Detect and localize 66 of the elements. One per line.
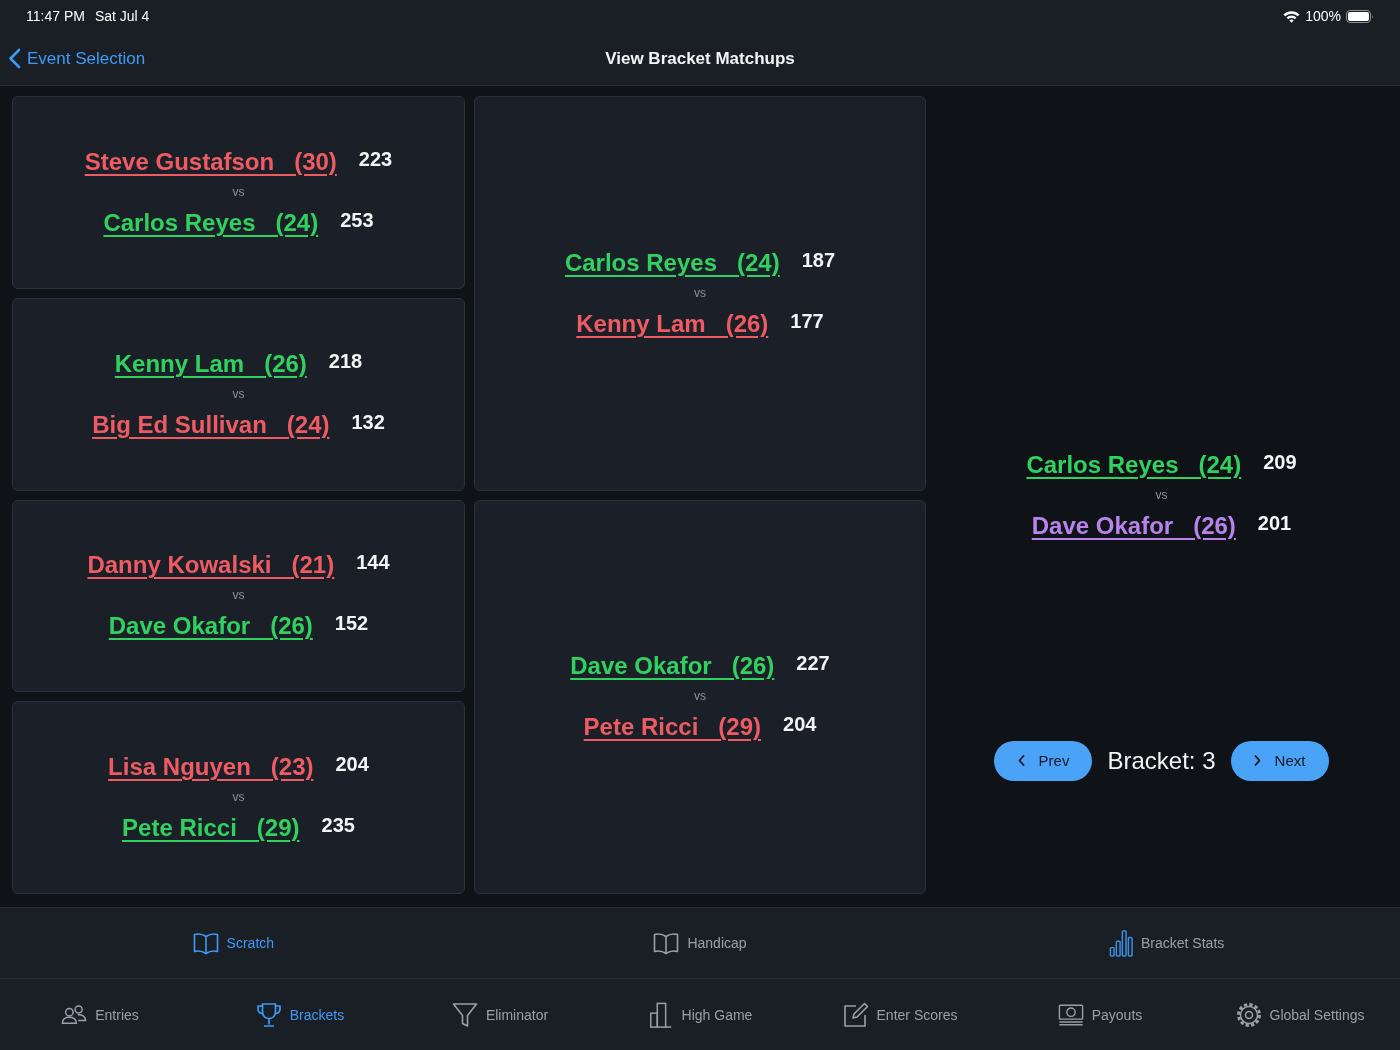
tab-bar-item[interactable]: Entries — [55, 997, 145, 1032]
prev-button[interactable]: Prev — [994, 740, 1093, 781]
tab-bar-item[interactable]: Global Settings — [1229, 997, 1371, 1032]
player-link[interactable]: Kenny Lam (26) — [114, 348, 307, 379]
player-link[interactable]: Dave Okafor (26) — [570, 651, 775, 682]
back-button[interactable]: Event Selection — [8, 48, 146, 69]
bracket-tab[interactable]: Bracket Stats — [1103, 924, 1231, 962]
score-text: 204 — [783, 712, 817, 737]
score-text: 223 — [358, 146, 393, 171]
tab-bar-item[interactable]: Payouts — [1051, 997, 1149, 1032]
score-text: 144 — [356, 550, 390, 575]
score-text: 209 — [1263, 449, 1297, 474]
vs-label: vs — [1155, 486, 1168, 504]
player-link[interactable]: Pete Ricci (29) — [122, 813, 300, 844]
vs-label: vs — [232, 385, 245, 403]
player-link[interactable]: Kenny Lam (26) — [576, 308, 769, 339]
next-button[interactable]: Next — [1230, 740, 1329, 781]
funnel-icon — [451, 1001, 478, 1028]
score-text: 204 — [335, 752, 369, 777]
score-text: 235 — [321, 813, 355, 838]
score-text: 187 — [801, 247, 836, 272]
bracket-number: Bracket: 3 — [1107, 746, 1216, 775]
score-text: 201 — [1257, 510, 1292, 535]
player-link[interactable]: Dave Okafor (26) — [1031, 510, 1236, 541]
trophy-icon — [255, 1001, 282, 1028]
wifi-icon — [1283, 9, 1301, 23]
player-link[interactable]: Big Ed Sullivan (24) — [92, 409, 330, 440]
chevron-right-icon — [1253, 755, 1261, 766]
bar-chart-icon — [647, 1001, 674, 1028]
player-link[interactable]: Lisa Nguyen (23) — [108, 752, 314, 783]
player-link[interactable]: Dave Okafor (26) — [108, 611, 313, 642]
player-link[interactable]: Carlos Reyes (24) — [564, 247, 780, 278]
tab-bar-item[interactable]: Eliminator — [445, 997, 555, 1032]
battery-icon — [1346, 9, 1374, 23]
score-text: 227 — [796, 651, 830, 676]
player-link[interactable]: Carlos Reyes (24) — [1026, 449, 1242, 480]
tab-bar-item[interactable]: Enter Scores — [836, 997, 964, 1032]
chevron-left-icon — [1017, 755, 1025, 766]
book-icon — [192, 931, 219, 955]
player-link[interactable]: Danny Kowalski (21) — [87, 550, 335, 581]
status-time: 11:47 PM — [26, 8, 85, 24]
book-icon — [653, 931, 680, 955]
status-date: Sat Jul 4 — [94, 8, 150, 24]
vs-label: vs — [694, 688, 706, 706]
edit-icon — [842, 1001, 869, 1028]
score-text: 132 — [351, 409, 385, 434]
bracket-tab[interactable]: Scratch — [186, 927, 281, 959]
bracket-tab[interactable]: Handicap — [647, 927, 753, 959]
battery-percent: 100% — [1305, 8, 1341, 24]
score-text: 152 — [334, 611, 369, 636]
tab-bar-item[interactable]: Brackets — [249, 997, 351, 1032]
vs-label: vs — [232, 183, 245, 201]
tab-bar-item[interactable]: High Game — [641, 997, 759, 1032]
vs-label: vs — [232, 789, 245, 807]
score-text: 218 — [328, 348, 363, 373]
score-text: 253 — [340, 207, 374, 232]
settings-icon — [1235, 1001, 1262, 1028]
page-title: View Bracket Matchups — [605, 48, 795, 69]
player-link[interactable]: Pete Ricci (29) — [583, 712, 761, 743]
vs-label: vs — [232, 587, 245, 605]
score-text: 177 — [790, 308, 824, 333]
player-link[interactable]: Carlos Reyes (24) — [103, 207, 319, 238]
player-link[interactable]: Steve Gustafson (30) — [84, 146, 337, 177]
chevron-left-icon — [8, 48, 21, 69]
bar-chart-icon — [1109, 928, 1133, 958]
vs-label: vs — [694, 284, 706, 302]
